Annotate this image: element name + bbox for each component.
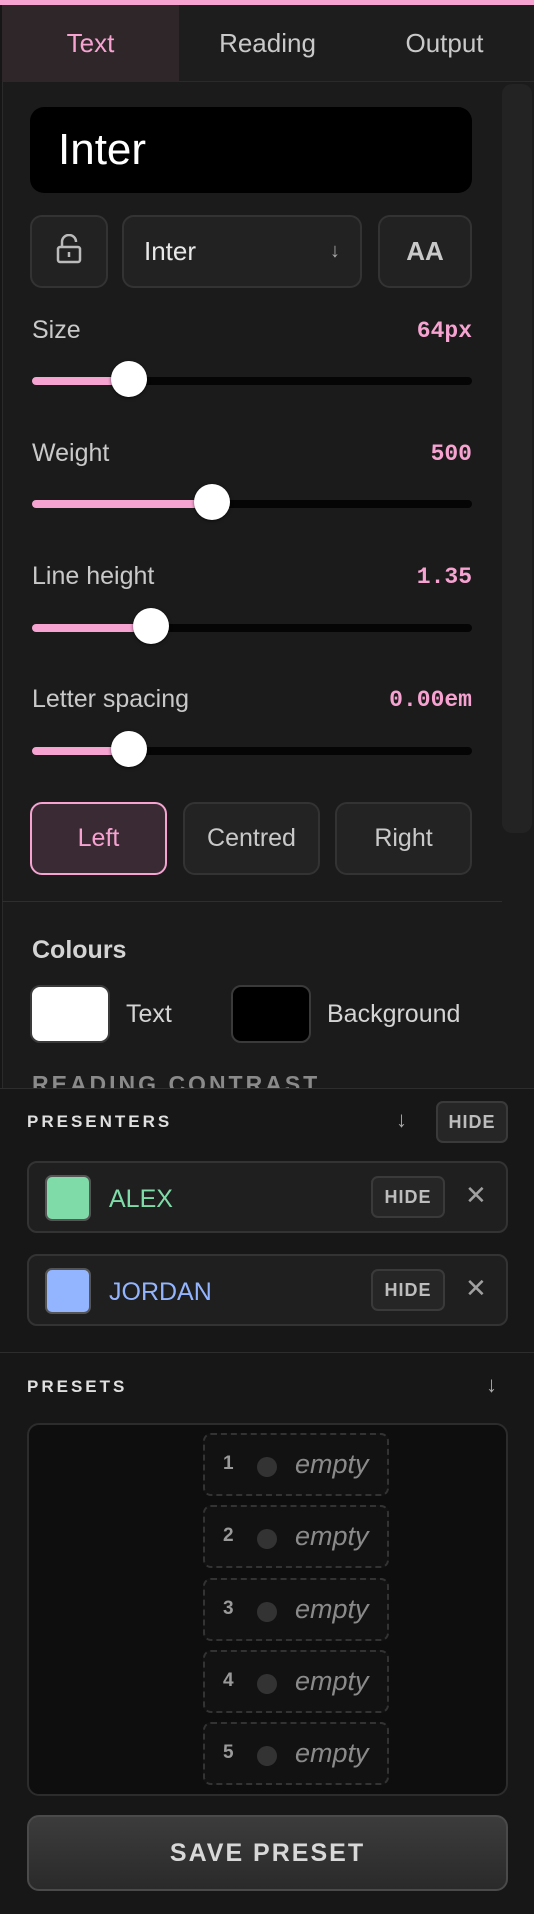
- presenters-title: PRESENTERS: [27, 1112, 173, 1131]
- preset-slot[interactable]: 2 empty: [203, 1505, 389, 1568]
- font-select-value: Inter: [144, 236, 197, 266]
- unlock-icon: [55, 233, 83, 269]
- weight-label: Weight: [32, 439, 110, 467]
- font-preview: Inter: [30, 107, 472, 193]
- presets-title: PRESETS: [27, 1377, 128, 1396]
- letter-spacing-slider-thumb[interactable]: [110, 731, 147, 767]
- tab-output[interactable]: Output: [356, 5, 533, 82]
- letter-spacing-slider[interactable]: [32, 731, 472, 767]
- preset-number: 2: [223, 1525, 234, 1546]
- tab-bar: Text Reading Output: [2, 5, 534, 82]
- weight-slider[interactable]: [32, 484, 472, 520]
- align-left-button[interactable]: Left: [30, 802, 167, 875]
- tab-text[interactable]: Text: [2, 5, 179, 82]
- panel-scrollbar[interactable]: [502, 84, 532, 833]
- preset-label: empty: [295, 1666, 369, 1696]
- size-slider[interactable]: [32, 361, 472, 397]
- close-icon[interactable]: ✕: [465, 1180, 487, 1211]
- section-divider: [2, 901, 502, 902]
- line-height-value: 1.35: [416, 564, 472, 590]
- arrow-down-icon[interactable]: ↓: [486, 1372, 497, 1398]
- case-toggle-button[interactable]: AA: [378, 215, 472, 288]
- background-colour-label: Background: [327, 1000, 461, 1028]
- text-colour-label: Text: [126, 1000, 172, 1028]
- preset-status-dot: [257, 1529, 277, 1549]
- preset-number: 1: [223, 1453, 234, 1474]
- preset-status-dot: [257, 1674, 277, 1694]
- preset-label: empty: [295, 1521, 369, 1551]
- arrow-down-icon[interactable]: ↓: [396, 1107, 407, 1133]
- preset-slot[interactable]: 3 empty: [203, 1578, 389, 1641]
- preset-slot[interactable]: 5 empty: [203, 1722, 389, 1785]
- text-colour-swatch[interactable]: [30, 985, 110, 1043]
- preset-number: 5: [223, 1742, 234, 1763]
- presets-list: 1 empty 2 empty 3 empty 4 empty 5 empty: [27, 1423, 508, 1796]
- size-slider-thumb[interactable]: [110, 361, 147, 397]
- preset-status-dot: [257, 1457, 277, 1477]
- font-family-select[interactable]: Inter ↓: [122, 215, 362, 288]
- line-height-slider[interactable]: [32, 608, 472, 644]
- preset-label: empty: [295, 1738, 369, 1768]
- weight-slider-fill: [32, 500, 213, 508]
- preset-status-dot: [257, 1602, 277, 1622]
- presenter-name[interactable]: ALEX: [109, 1185, 173, 1214]
- font-lock-button[interactable]: [30, 215, 108, 288]
- hide-presenter-button[interactable]: HIDE: [371, 1176, 445, 1218]
- preset-label: empty: [295, 1594, 369, 1624]
- letter-spacing-label: Letter spacing: [32, 685, 190, 713]
- align-centred-button[interactable]: Centred: [183, 802, 320, 875]
- presenter-colour-swatch[interactable]: [45, 1175, 91, 1221]
- letter-spacing-value: 0.00em: [389, 687, 472, 713]
- preset-number: 4: [223, 1670, 234, 1691]
- colours-title: Colours: [32, 936, 127, 964]
- line-height-slider-thumb[interactable]: [132, 608, 169, 644]
- save-preset-button[interactable]: SAVE PRESET: [27, 1815, 508, 1891]
- preset-slot[interactable]: 4 empty: [203, 1650, 389, 1713]
- presenter-name[interactable]: JORDAN: [109, 1278, 212, 1307]
- arrow-down-icon: ↓: [330, 240, 340, 262]
- presenter-row: ALEX HIDE ✕: [27, 1161, 508, 1233]
- preset-number: 3: [223, 1598, 234, 1619]
- presenter-colour-swatch[interactable]: [45, 1268, 91, 1314]
- size-label: Size: [32, 316, 81, 344]
- align-right-button[interactable]: Right: [335, 802, 472, 875]
- preset-label: empty: [295, 1449, 369, 1479]
- tab-reading[interactable]: Reading: [179, 5, 356, 82]
- presenter-row: JORDAN HIDE ✕: [27, 1254, 508, 1326]
- size-value: 64px: [416, 318, 472, 344]
- line-height-label: Line height: [32, 562, 155, 590]
- background-colour-swatch[interactable]: [231, 985, 311, 1043]
- preset-status-dot: [257, 1746, 277, 1766]
- preset-slot[interactable]: 1 empty: [203, 1433, 389, 1496]
- weight-value: 500: [430, 441, 472, 467]
- hide-presenter-button[interactable]: HIDE: [371, 1269, 445, 1311]
- hide-presenters-button[interactable]: HIDE: [436, 1101, 508, 1143]
- close-icon[interactable]: ✕: [465, 1273, 487, 1304]
